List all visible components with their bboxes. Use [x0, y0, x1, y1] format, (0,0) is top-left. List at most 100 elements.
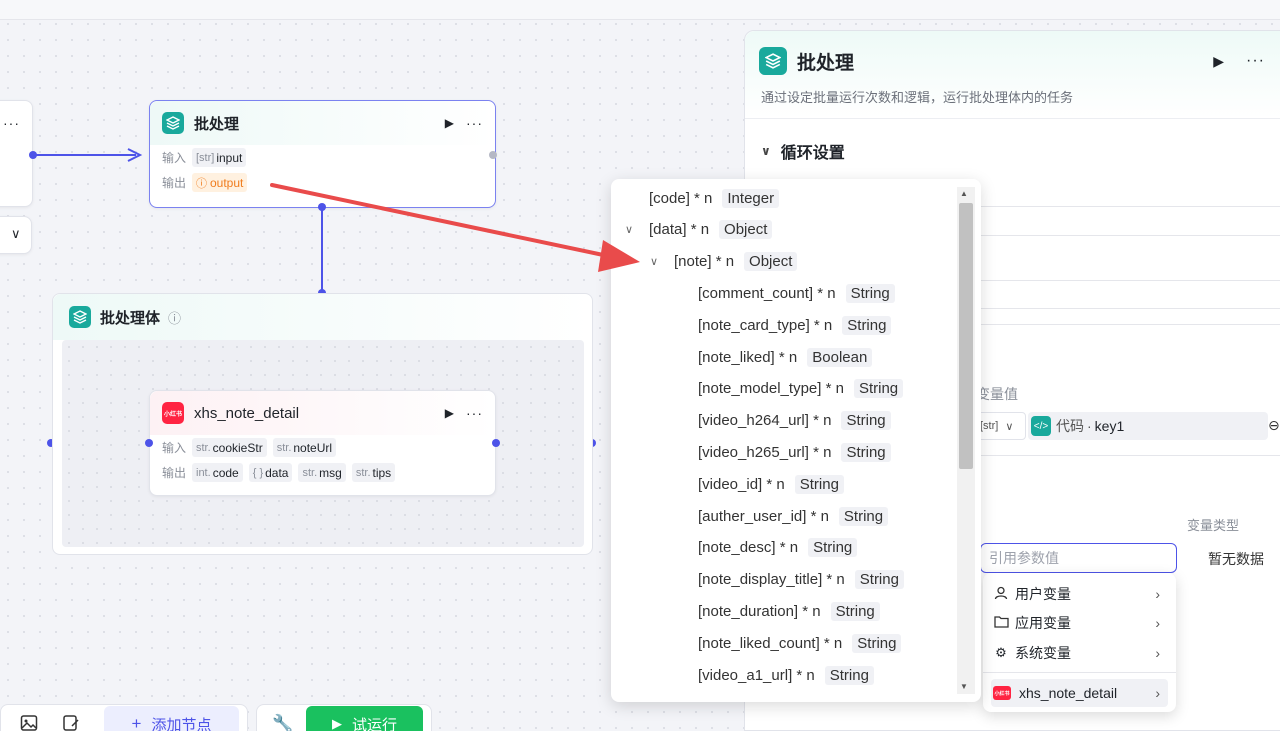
tree-item[interactable]: [auther_user_id] * n String [698, 504, 889, 528]
output-tag: { } data [248, 463, 293, 482]
layers-icon [759, 47, 787, 75]
menu-item-user-variables[interactable]: 用户变量 › [991, 580, 1168, 608]
play-icon[interactable]: ▶ [445, 116, 454, 130]
tree-scrollbar-thumb[interactable] [959, 203, 973, 469]
play-icon[interactable]: ▶ [445, 406, 454, 420]
tree-item[interactable]: [code] * n Integer [649, 186, 780, 210]
tag-type: str. [355, 466, 371, 479]
tree-item[interactable]: [note_desc] * n String [698, 536, 858, 560]
variable-type-select[interactable]: [str] ∨ [976, 412, 1026, 440]
more-icon[interactable]: ··· [466, 405, 483, 421]
input-tag: [str] input [192, 148, 247, 167]
code-ref-name: 代码 [1056, 418, 1084, 434]
tree-item[interactable]: [comment_count] * n String [698, 281, 895, 305]
tree-item[interactable]: [video_a1_url] * n String [698, 663, 874, 687]
more-icon[interactable]: ··· [466, 115, 483, 131]
output-variable-tree: [code] * n Integer ∨ [data] * n Object ∨ [note… [611, 179, 981, 702]
tree-item[interactable]: ∨ [data] * n Object [625, 218, 773, 242]
output-tag: str. tips [351, 463, 396, 482]
more-icon[interactable]: ··· [1246, 52, 1265, 70]
tree-item[interactable]: [note_model_type] * n String [698, 377, 904, 401]
xhs-note-detail-node[interactable]: 小红书 xhs_note_detail ▶ ··· 输入 str. cookieS… [149, 390, 496, 496]
tree-item[interactable]: [video_h264_url] * n String [698, 409, 891, 433]
tree-item[interactable]: [note_card_type] * n String [698, 313, 892, 337]
chevron-down-icon[interactable]: ∨ [650, 255, 658, 268]
info-icon[interactable]: ⓘ [168, 308, 181, 327]
tree-item[interactable]: [video_id] * n String [698, 472, 844, 496]
loop-settings-section[interactable]: ∨ 循环设置 [761, 139, 845, 163]
tree-item-type: String [830, 601, 880, 621]
tree-item-type: String [808, 538, 858, 558]
tree-item[interactable]: [note_liked] * n Boolean [698, 345, 873, 369]
divider [980, 206, 1280, 207]
menu-item-xhs-note-detail[interactable]: 小红书 xhs_note_detail › [991, 679, 1168, 707]
chevron-down-icon: ∨ [761, 144, 771, 158]
divider [980, 324, 1280, 325]
tree-item-label: [note] * n [674, 253, 735, 271]
scroll-down-icon[interactable]: ▼ [960, 682, 968, 691]
divider [980, 455, 1280, 456]
port[interactable] [145, 439, 153, 447]
chevron-down-icon: ∨ [11, 226, 21, 241]
output-row: 输出 ⓘ output [150, 170, 495, 195]
xiaohongshu-icon: 小红书 [162, 402, 184, 424]
xhs-node-title: xhs_note_detail [194, 404, 300, 422]
menu-item-system-variables[interactable]: ⚙ 系统变量 › [991, 639, 1168, 667]
wrench-icon[interactable]: 🔧 [272, 714, 293, 731]
tree-item[interactable]: [video_h265_url] * n String [698, 440, 891, 464]
gear-icon: ⚙ [995, 645, 1007, 660]
reference-input[interactable]: 引用参数值 [980, 543, 1177, 573]
test-run-button[interactable]: ▶ 试运行 [306, 706, 423, 731]
variable-value-field[interactable]: </> 代码 · key1 [1028, 412, 1268, 440]
scroll-up-icon[interactable]: ▲ [960, 189, 968, 198]
port[interactable] [489, 151, 497, 159]
menu-divider [983, 672, 1176, 673]
tree-item-label: [code] * n [649, 189, 713, 207]
port[interactable] [318, 203, 326, 211]
batch-node[interactable]: 批处理 ▶ ··· 输入 [str] input 输出 ⓘ output [149, 100, 496, 208]
layers-icon [69, 306, 91, 328]
output-label: 输出 [162, 176, 187, 190]
note-icon[interactable] [62, 714, 80, 731]
port[interactable] [492, 439, 500, 447]
remove-icon[interactable]: ⊖ [1268, 417, 1280, 434]
tree-item[interactable]: [note_liked_count] * n String [698, 631, 902, 655]
xiaohongshu-icon: 小红书 [993, 686, 1011, 700]
chevron-down-icon[interactable]: ∨ [625, 223, 633, 236]
image-icon[interactable] [20, 714, 38, 731]
more-icon[interactable]: ··· [3, 115, 20, 131]
tree-item-type: String [841, 411, 891, 431]
tree-item-type: String [838, 506, 889, 526]
code-icon: </> [1031, 416, 1051, 436]
menu-item-app-variables[interactable]: 应用变量 › [991, 609, 1168, 637]
tree-item-label: [video_h265_url] * n [698, 443, 832, 461]
tree-item[interactable]: ∨ [note] * n Object [650, 250, 798, 274]
tag-type: str. [196, 441, 211, 454]
panel-description: 通过设定批量运行次数和逻辑，运行批处理体内的任务 [761, 90, 1074, 105]
menu-item-label: 应用变量 [1015, 615, 1071, 631]
add-node-button[interactable]: + 添加节点 [104, 706, 239, 731]
tree-item-type: String [845, 283, 895, 303]
tag-name: tips [372, 465, 392, 480]
port[interactable] [29, 151, 37, 159]
panel-header: 批处理 ▶ ··· 通过设定批量运行次数和逻辑，运行批处理体内的任务 [745, 31, 1280, 119]
tree-item[interactable]: [note_display_title] * n String [698, 568, 904, 592]
tag-name: data [265, 465, 289, 480]
tree-item-type: Object [744, 252, 798, 272]
previous-node-dropdown[interactable]: ∨ [0, 216, 32, 254]
tree-item[interactable]: [note_duration] * n String [698, 599, 880, 623]
input-row: 输入 str. cookieStr str. noteUrl [150, 435, 495, 460]
tree-item-type: String [841, 442, 891, 462]
play-icon[interactable]: ▶ [1213, 53, 1224, 70]
tree-item-type: String [852, 633, 902, 653]
top-bar [0, 0, 1280, 20]
panel-title: 批处理 [797, 52, 855, 74]
tree-item-type: Integer [722, 188, 780, 208]
tree-item-type: String [854, 570, 904, 590]
folder-icon [993, 615, 1009, 631]
chevron-right-icon: › [1155, 685, 1160, 701]
variable-value-label: 变量值 [976, 386, 1018, 402]
menu-item-label: 用户变量 [1015, 586, 1071, 602]
test-run-label: 试运行 [351, 716, 397, 731]
warning-icon: ⓘ [196, 177, 207, 190]
